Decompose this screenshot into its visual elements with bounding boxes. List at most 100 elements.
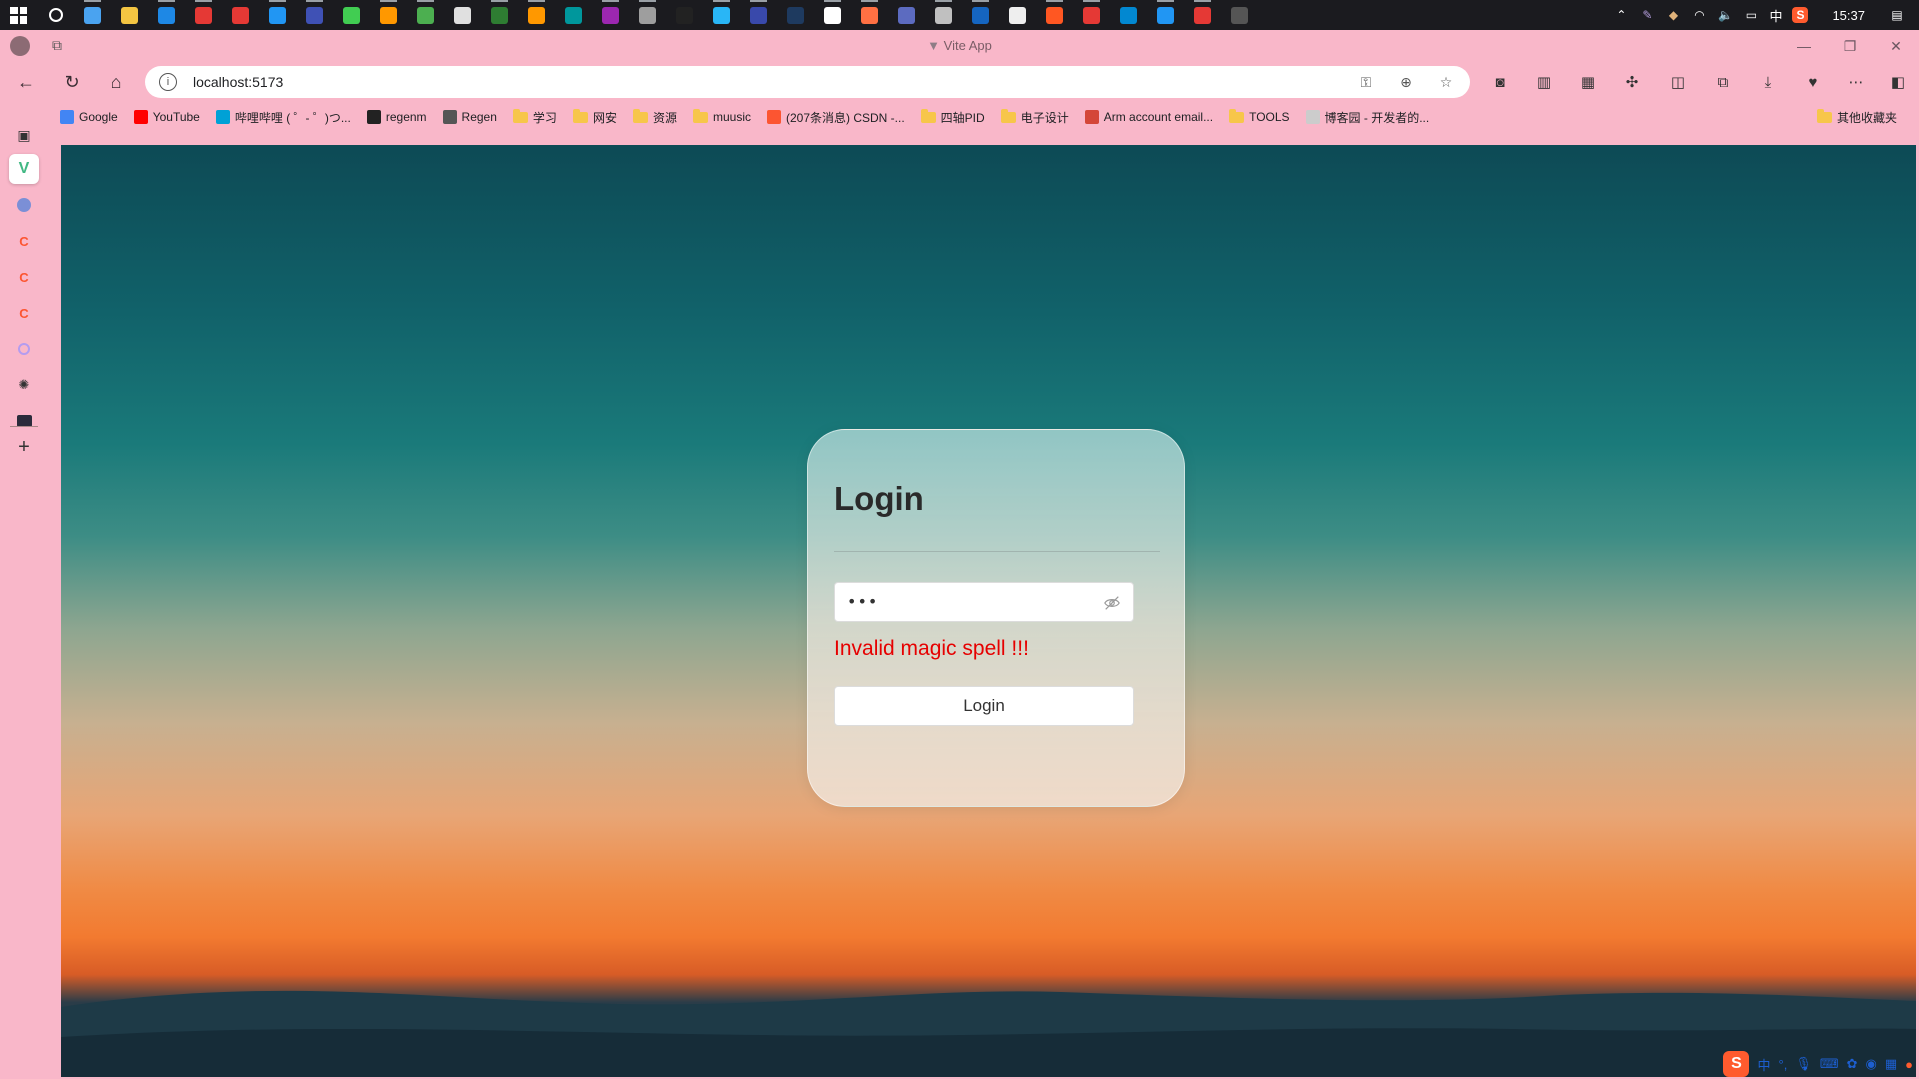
keyboard-icon[interactable]: ⌨ (1820, 1056, 1839, 1072)
browser-icon[interactable] (888, 0, 925, 30)
bookmark-link[interactable]: 哔哩哔哩 ( ゜- ゜)つ... (208, 105, 359, 129)
bookmark-folder[interactable]: muusic (685, 105, 759, 129)
new-tab-button[interactable]: + (9, 432, 39, 462)
app-icon-red[interactable] (1036, 0, 1073, 30)
collections-icon[interactable]: ⧉ (1711, 70, 1735, 94)
bookmark-folder[interactable]: TOOLS (1221, 105, 1297, 129)
login-button[interactable]: Login (834, 686, 1134, 726)
wechat-icon[interactable] (407, 0, 444, 30)
back-button[interactable]: ← (10, 66, 42, 98)
split-screen-icon[interactable]: ◫ (1666, 70, 1690, 94)
qt-icon[interactable] (333, 0, 370, 30)
sidebar-toggle-icon[interactable]: ◧ (1886, 70, 1910, 94)
url-text[interactable]: localhost:5173 (193, 74, 283, 90)
sogou-icon[interactable]: S (1792, 7, 1809, 23)
other-bookmarks[interactable]: 其他收藏夹 (1809, 102, 1919, 132)
sogou-ime-icon[interactable]: S (1723, 1051, 1750, 1077)
notification-icon[interactable]: ▤ (1889, 7, 1905, 23)
netease-icon[interactable] (1073, 0, 1110, 30)
performance-icon[interactable]: ♥ (1801, 70, 1825, 94)
app-icon-orange[interactable] (518, 0, 555, 30)
arduino-icon[interactable] (555, 0, 592, 30)
vscode-2-icon[interactable] (1147, 0, 1184, 30)
xmind-2-icon[interactable] (1184, 0, 1221, 30)
file-explorer-icon[interactable] (111, 0, 148, 30)
skin-icon[interactable]: ✿ (1847, 1056, 1858, 1072)
windows-start-icon[interactable] (0, 0, 37, 30)
settings-icon[interactable]: ● (1905, 1057, 1913, 1072)
downloads-icon[interactable]: ⤓ (1756, 70, 1780, 94)
tab-vite-app[interactable]: V (9, 154, 39, 184)
grid-icon[interactable]: ▦ (1885, 1056, 1897, 1072)
xmind-icon[interactable] (222, 0, 259, 30)
tab-csdn-3[interactable]: C (9, 298, 39, 328)
cat-icon[interactable]: ◆ (1665, 7, 1681, 23)
address-bar[interactable]: i localhost:5173 ⚿ ⊕ ☆ (145, 66, 1470, 98)
refresh-button[interactable]: ↻ (56, 66, 88, 98)
bookmark-link[interactable]: Google (52, 105, 126, 129)
restore-button[interactable]: ❐ (1827, 30, 1873, 62)
extension-icon-1[interactable]: ◙ (1488, 70, 1512, 94)
ime-lang[interactable]: 中 (1757, 1055, 1770, 1074)
volume-icon[interactable]: 🔈 (1717, 7, 1733, 23)
tool-icon[interactable] (370, 0, 407, 30)
pdf-icon[interactable] (925, 0, 962, 30)
password-input[interactable]: ••• (834, 582, 1134, 622)
fox-icon[interactable] (851, 0, 888, 30)
terminal-icon[interactable] (1221, 0, 1258, 30)
favorite-star-icon[interactable]: ☆ (1436, 72, 1456, 92)
tab-csdn-1[interactable]: C (9, 226, 39, 256)
edge-icon[interactable] (148, 0, 185, 30)
bookmark-folder[interactable]: 四轴PID (913, 105, 993, 129)
home-button[interactable]: ⌂ (100, 66, 132, 98)
bookmark-folder[interactable]: 电子设计 (993, 105, 1077, 129)
qr-icon[interactable]: ▦ (1576, 70, 1600, 94)
bookmark-link[interactable]: (207条消息) CSDN -... (759, 105, 913, 129)
game-icon[interactable]: ◉ (1866, 1056, 1877, 1072)
wifi-icon[interactable]: ◠ (1691, 7, 1707, 23)
zoom-icon[interactable]: ⊕ (1396, 72, 1416, 92)
steam-icon[interactable] (777, 0, 814, 30)
desktop-icon[interactable] (74, 0, 111, 30)
sheet-icon[interactable] (481, 0, 518, 30)
app-icon-purple[interactable] (592, 0, 629, 30)
vscode-icon[interactable] (259, 0, 296, 30)
tab-6[interactable] (9, 334, 39, 364)
ime-language[interactable]: 中 (1769, 6, 1782, 25)
bookmark-folder[interactable]: 资源 (625, 105, 685, 129)
battery-icon[interactable]: ▭ (1743, 7, 1759, 23)
tab-chatgpt[interactable]: ✺ (9, 370, 39, 400)
extensions-icon[interactable]: ✣ (1620, 70, 1644, 94)
bookmark-link[interactable]: Regen (435, 105, 505, 129)
eye-off-icon[interactable] (1103, 594, 1121, 612)
minimize-button[interactable]: — (1781, 30, 1827, 62)
chevron-up-icon[interactable]: ⌃ (1613, 7, 1629, 23)
close-button[interactable]: ✕ (1873, 30, 1919, 62)
typora-icon[interactable] (814, 0, 851, 30)
bookmark-link[interactable]: 博客园 - 开发者的... (1298, 105, 1438, 129)
mic-icon[interactable]: 🎙 (1795, 1056, 1812, 1072)
search-icon[interactable] (37, 0, 74, 30)
wps-icon[interactable] (185, 0, 222, 30)
telegram-icon[interactable] (703, 0, 740, 30)
extension-icon-2[interactable]: ▥ (1532, 70, 1556, 94)
intellij-icon[interactable] (296, 0, 333, 30)
app-icon-dark[interactable] (740, 0, 777, 30)
qq-icon[interactable] (666, 0, 703, 30)
bookmark-link[interactable]: YouTube (126, 105, 208, 129)
key-icon[interactable]: ⚿ (1356, 72, 1376, 92)
bookmark-link[interactable]: regenm (359, 105, 435, 129)
notepad-icon[interactable] (444, 0, 481, 30)
clock[interactable]: 15:37 (1832, 8, 1865, 23)
tab-2[interactable] (9, 190, 39, 220)
bookmark-link[interactable]: Arm account email... (1077, 105, 1221, 129)
bookmark-folder[interactable]: 网安 (565, 105, 625, 129)
app-icon-grey[interactable] (629, 0, 666, 30)
tab-csdn-2[interactable]: C (9, 262, 39, 292)
punctuation-icon[interactable]: °, (1779, 1057, 1788, 1072)
info-icon[interactable]: i (159, 73, 177, 91)
mx-icon[interactable] (962, 0, 999, 30)
store-icon[interactable] (1110, 0, 1147, 30)
cloud-icon[interactable] (999, 0, 1036, 30)
bookmark-folder[interactable]: 学习 (505, 105, 565, 129)
